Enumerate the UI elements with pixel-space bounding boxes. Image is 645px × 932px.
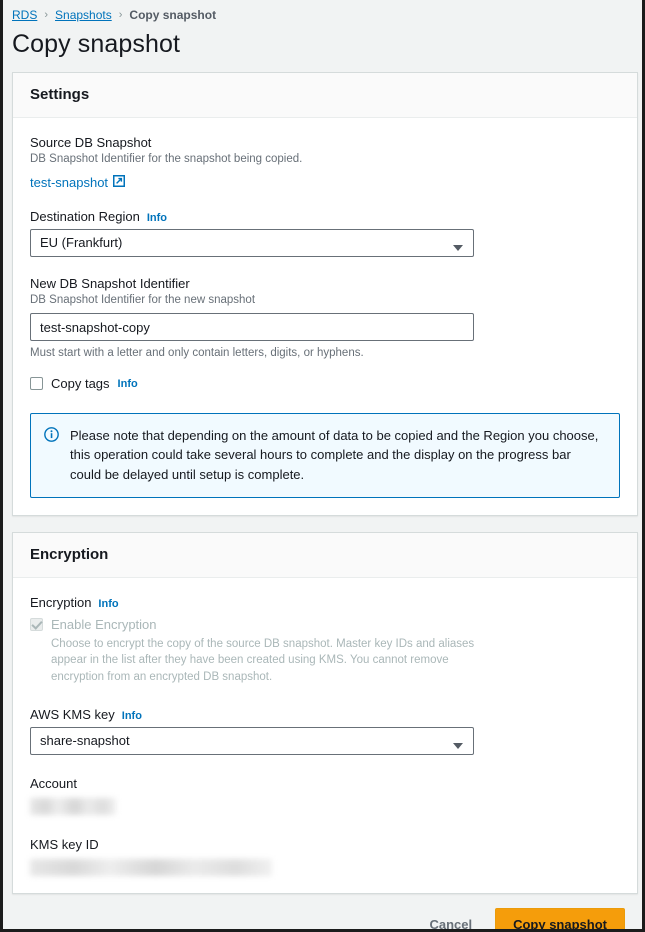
copy-tags-checkbox[interactable]	[30, 377, 43, 390]
encryption-info-link[interactable]: Info	[98, 598, 118, 610]
new-identifier-description: DB Snapshot Identifier for the new snaps…	[30, 293, 620, 309]
encryption-panel-body: Encryption Info Enable Encryption Choose…	[13, 578, 637, 893]
source-snapshot-link-label: test-snapshot	[30, 175, 108, 190]
destination-region-label-row: Destination Region Info	[30, 209, 620, 224]
settings-panel-header: Settings	[13, 73, 637, 118]
breadcrumb-separator: ›	[44, 9, 48, 21]
info-circle-icon	[44, 427, 59, 484]
aws-kms-key-label: AWS KMS key	[30, 707, 115, 722]
breadcrumb-item-snapshots[interactable]: Snapshots	[55, 8, 112, 22]
aws-kms-key-select[interactable]: share-snapshot	[30, 727, 474, 755]
enable-encryption-row: Enable Encryption	[30, 617, 620, 632]
kms-key-id-field: KMS key ID	[30, 837, 620, 876]
aws-kms-key-select-wrap: share-snapshot	[30, 727, 474, 755]
page-title: Copy snapshot	[12, 30, 642, 59]
destination-region-select-wrap: EU (Frankfurt)	[30, 229, 474, 257]
breadcrumb-item-current: Copy snapshot	[129, 8, 216, 22]
encryption-panel-header: Encryption	[13, 533, 637, 578]
copy-tags-info-link[interactable]: Info	[118, 378, 138, 390]
settings-panel-body: Source DB Snapshot DB Snapshot Identifie…	[13, 118, 637, 515]
kms-key-id-value-redacted	[30, 859, 272, 876]
account-label: Account	[30, 776, 620, 791]
breadcrumb: RDS › Snapshots › Copy snapshot	[12, 6, 642, 24]
new-identifier-helper: Must start with a letter and only contai…	[30, 347, 620, 359]
aws-kms-key-info-link[interactable]: Info	[122, 710, 142, 722]
encryption-panel: Encryption Encryption Info Enable Encryp…	[12, 532, 638, 894]
copy-snapshot-button[interactable]: Copy snapshot	[495, 908, 625, 932]
encryption-header-title: Encryption	[30, 546, 620, 563]
destination-region-field: Destination Region Info EU (Frankfurt)	[30, 209, 620, 257]
breadcrumb-item-rds[interactable]: RDS	[12, 8, 37, 22]
enable-encryption-label: Enable Encryption	[51, 617, 157, 632]
copy-duration-alert: Please note that depending on the amount…	[30, 413, 620, 498]
external-link-icon	[113, 175, 125, 190]
settings-header-title: Settings	[30, 86, 620, 103]
aws-kms-key-field: AWS KMS key Info share-snapshot	[30, 707, 620, 755]
page-topbar: RDS › Snapshots › Copy snapshot Copy sna…	[3, 0, 642, 59]
form-footer: Cancel Copy snapshot	[3, 894, 642, 932]
breadcrumb-separator: ›	[119, 9, 123, 21]
encryption-field: Encryption Info Enable Encryption Choose…	[30, 595, 620, 686]
encryption-label-row: Encryption Info	[30, 595, 620, 610]
enable-encryption-description: Choose to encrypt the copy of the source…	[51, 636, 483, 686]
copy-tags-row[interactable]: Copy tags Info	[30, 376, 620, 391]
destination-region-select[interactable]: EU (Frankfurt)	[30, 229, 474, 257]
account-value-redacted	[30, 798, 116, 815]
copy-duration-alert-text: Please note that depending on the amount…	[70, 426, 605, 484]
cancel-button[interactable]: Cancel	[419, 911, 482, 932]
source-snapshot-link[interactable]: test-snapshot	[30, 175, 125, 190]
app-frame: RDS › Snapshots › Copy snapshot Copy sna…	[0, 0, 645, 932]
destination-region-label: Destination Region	[30, 209, 140, 224]
new-identifier-label: New DB Snapshot Identifier	[30, 276, 620, 291]
settings-panel: Settings Source DB Snapshot DB Snapshot …	[12, 72, 638, 516]
copy-tags-label: Copy tags	[51, 376, 110, 391]
source-db-snapshot-description: DB Snapshot Identifier for the snapshot …	[30, 152, 620, 168]
kms-key-id-label: KMS key ID	[30, 837, 620, 852]
source-db-snapshot-label: Source DB Snapshot	[30, 135, 620, 150]
account-field: Account	[30, 776, 620, 815]
encryption-label: Encryption	[30, 595, 91, 610]
source-db-snapshot-field: Source DB Snapshot DB Snapshot Identifie…	[30, 135, 620, 190]
destination-region-info-link[interactable]: Info	[147, 212, 167, 224]
new-identifier-input[interactable]	[30, 313, 474, 341]
aws-kms-key-label-row: AWS KMS key Info	[30, 707, 620, 722]
new-db-snapshot-identifier-field: New DB Snapshot Identifier DB Snapshot I…	[30, 276, 620, 360]
enable-encryption-checkbox	[30, 618, 43, 631]
